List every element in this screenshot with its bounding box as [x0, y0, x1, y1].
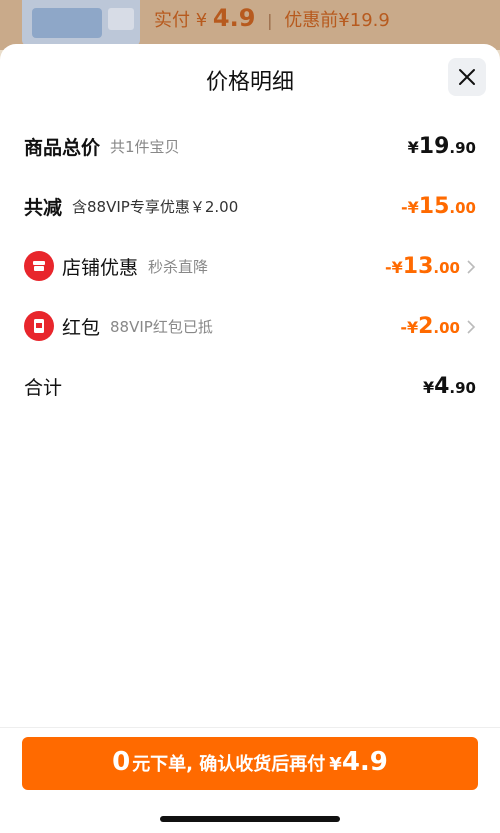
close-button[interactable] — [448, 58, 486, 96]
sum-row: 合计 ¥4.90 — [24, 368, 476, 404]
chevron-right-icon — [466, 259, 476, 274]
actual-yen: ¥ — [195, 10, 208, 31]
shop-discount-note: 秒杀直降 — [148, 257, 209, 276]
red-packet-row[interactable]: 红包 88VIP红包已抵 -¥ 2.00 — [24, 308, 476, 344]
total-price-row: 商品总价 共1件宝贝 ¥19.90 — [24, 128, 476, 164]
red-packet-note: 88VIP红包已抵 — [110, 317, 213, 336]
shop-discount-icon — [24, 251, 54, 281]
price-detail-sheet: 价格明细 商品总价 共1件宝贝 ¥19.90 共减 含88VIP专享优惠￥2.0… — [0, 44, 500, 833]
total-reduction-label: 共减 — [24, 196, 63, 219]
cta-text: 元下单, 确认收货后再付 — [132, 754, 326, 775]
sum-label: 合计 — [24, 376, 63, 399]
footer-divider — [0, 727, 500, 728]
background-header: 实付 ¥ 4.9 | 优惠前¥19.9 — [0, 0, 500, 50]
actual-label: 实付 — [154, 10, 190, 31]
order-button[interactable]: 0 元下单, 确认收货后再付 ¥ 4.9 — [22, 737, 478, 790]
cta-yen: ¥ — [329, 754, 342, 775]
before-discount-price: 优惠前¥19.9 — [284, 10, 390, 31]
total-reduction-row: 共减 含88VIP专享优惠￥2.00 -¥ 15.00 — [24, 188, 476, 224]
total-price-count: 共1件宝贝 — [110, 137, 180, 156]
chevron-right-icon — [466, 319, 476, 334]
shop-discount-label: 店铺优惠 — [62, 256, 139, 279]
red-packet-icon — [24, 311, 54, 341]
actual-price: 4.9 — [212, 4, 256, 32]
red-packet-amount: -¥ 2.00 — [400, 313, 460, 339]
sheet-title: 价格明细 — [205, 70, 294, 95]
total-reduction-note: 含88VIP专享优惠￥2.00 — [72, 197, 239, 216]
header-separator: | — [267, 11, 273, 30]
total-price-amount: ¥19.90 — [407, 133, 476, 159]
cta-price: 4.9 — [341, 747, 388, 777]
header-price: 实付 ¥ 4.9 | 优惠前¥19.9 — [154, 4, 390, 32]
sum-amount: ¥4.90 — [422, 373, 476, 399]
close-icon — [459, 69, 475, 85]
total-price-label: 商品总价 — [24, 136, 101, 159]
shop-discount-amount: -¥ 13.00 — [385, 253, 460, 279]
cta-zero: 0 — [112, 747, 131, 777]
red-packet-label: 红包 — [62, 316, 101, 339]
shop-discount-row[interactable]: 店铺优惠 秒杀直降 -¥ 13.00 — [24, 248, 476, 284]
product-thumbnail — [22, 0, 140, 46]
home-indicator[interactable] — [160, 816, 340, 822]
total-reduction-amount: -¥ 15.00 — [401, 193, 476, 219]
